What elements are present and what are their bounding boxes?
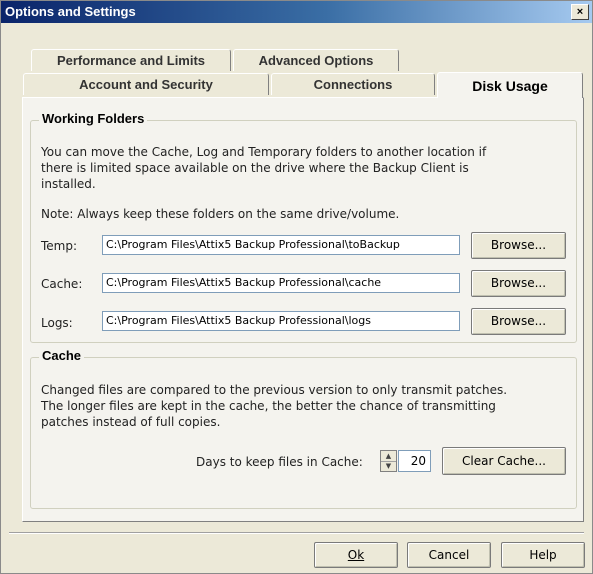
tab-connections[interactable]: Connections [271, 73, 435, 95]
options-window: Options and Settings × Performance and L… [0, 0, 593, 574]
spin-down-icon[interactable]: ▼ [381, 461, 396, 471]
help-label: Help [529, 548, 557, 562]
tab-advanced-options[interactable]: Advanced Options [233, 49, 399, 71]
cache-browse-button[interactable]: Browse... [471, 270, 566, 297]
tab-label: Disk Usage [472, 78, 548, 94]
temp-path-field[interactable]: C:\Program Files\Attix5 Backup Professio… [102, 235, 460, 255]
close-icon: × [576, 6, 584, 18]
cache-path-field[interactable]: C:\Program Files\Attix5 Backup Professio… [102, 273, 460, 293]
tab-label: Performance and Limits [56, 53, 206, 68]
working-folders-description: You can move the Cache, Log and Temporar… [41, 145, 487, 191]
temp-label: Temp: [41, 239, 78, 253]
logs-label: Logs: [41, 316, 73, 330]
footer-separator [9, 532, 584, 534]
tab-disk-usage[interactable]: Disk Usage [437, 72, 583, 98]
cache-label: Cache: [41, 277, 83, 291]
cache-group: Cache Changed files are compared to the … [30, 348, 577, 509]
title-bar[interactable]: Options and Settings × [1, 1, 592, 23]
working-folders-note: Note: Always keep these folders on the s… [41, 207, 400, 221]
tab-label: Connections [313, 77, 393, 92]
close-button[interactable]: × [571, 4, 589, 20]
days-to-keep-field[interactable]: 20 [398, 450, 431, 472]
working-folders-group: Working Folders You can move the Cache, … [30, 111, 577, 343]
disk-usage-panel: Working Folders You can move the Cache, … [22, 97, 584, 522]
clear-cache-button[interactable]: Clear Cache... [442, 447, 566, 475]
window-title: Options and Settings [5, 4, 136, 19]
cache-description: Changed files are compared to the previo… [41, 383, 508, 429]
days-spinner[interactable]: ▲ ▼ [380, 450, 397, 472]
cancel-button[interactable]: Cancel [407, 542, 491, 568]
days-to-keep-label: Days to keep files in Cache: [196, 455, 363, 469]
tab-account-and-security[interactable]: Account and Security [23, 73, 269, 95]
logs-browse-button[interactable]: Browse... [471, 308, 566, 335]
help-button[interactable]: Help [501, 542, 585, 568]
cache-legend: Cache [39, 348, 85, 363]
working-folders-legend: Working Folders [39, 111, 148, 126]
tab-performance-and-limits[interactable]: Performance and Limits [31, 49, 231, 71]
logs-path-field[interactable]: C:\Program Files\Attix5 Backup Professio… [102, 311, 460, 331]
ok-button[interactable]: Ok [314, 542, 398, 568]
temp-browse-button[interactable]: Browse... [471, 232, 566, 259]
tab-label: Account and Security [79, 77, 213, 92]
ok-label: Ok [347, 548, 365, 562]
tab-label: Advanced Options [258, 53, 374, 68]
cancel-label: Cancel [428, 548, 470, 562]
